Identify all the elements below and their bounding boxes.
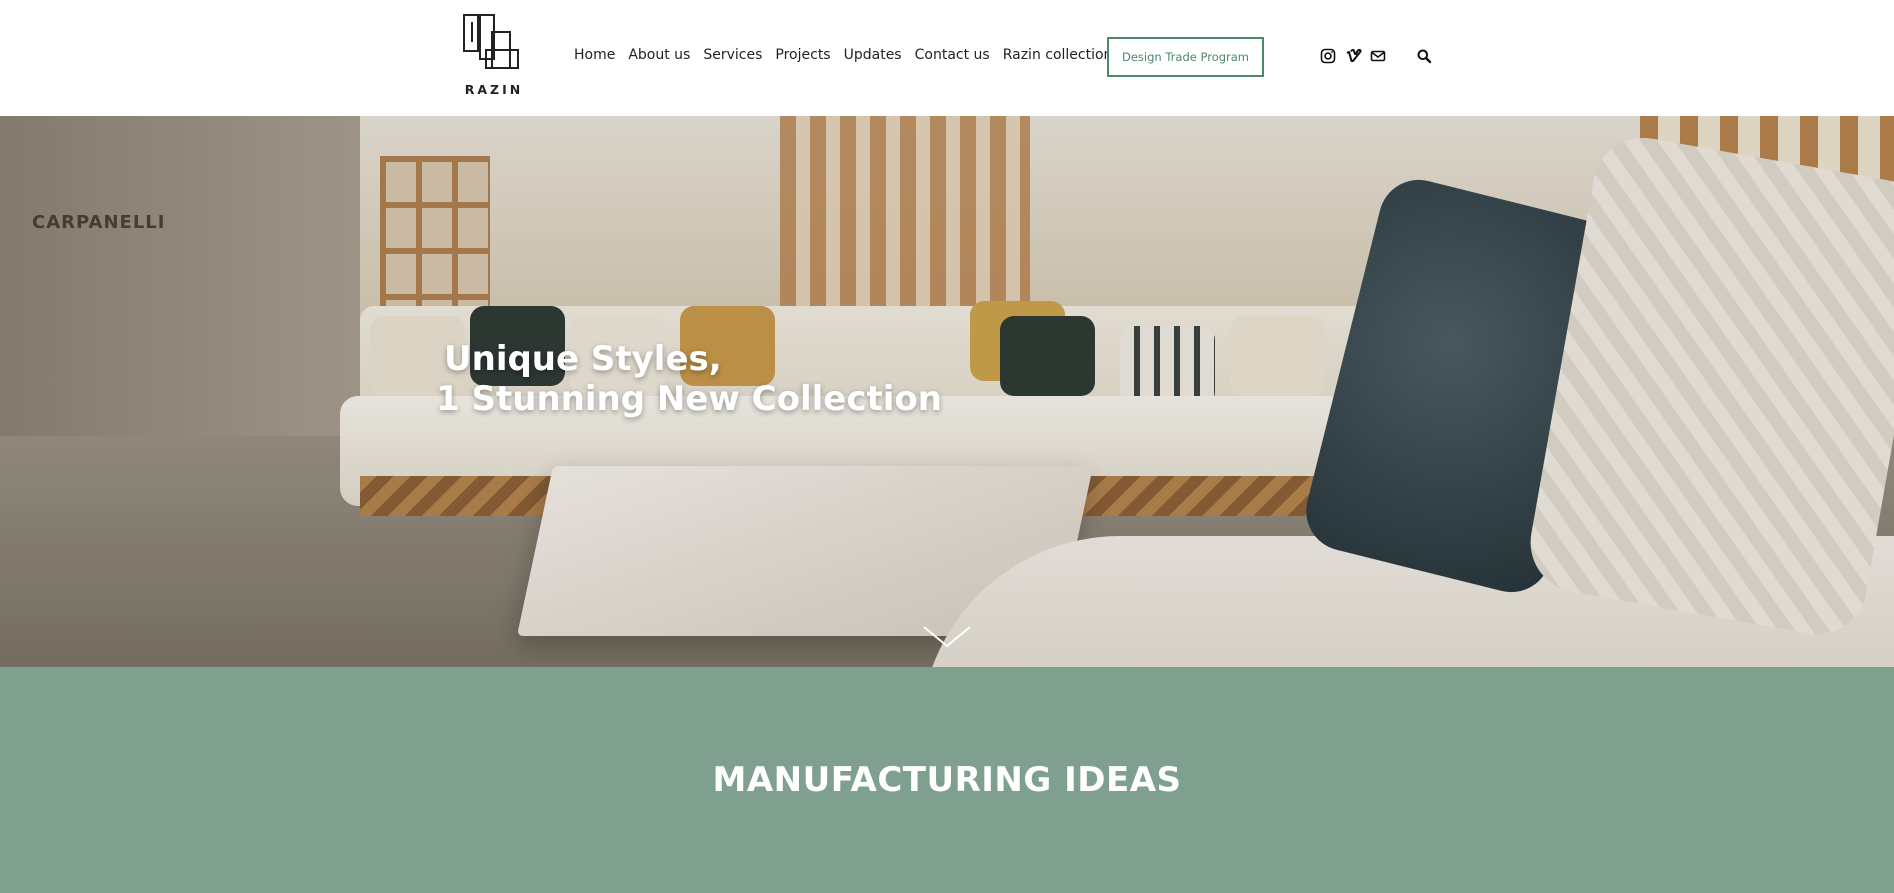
main-nav: Home About us Services Projects Updates …	[574, 47, 1125, 63]
nav-projects[interactable]: Projects	[775, 47, 830, 63]
nav-home[interactable]: Home	[574, 47, 615, 63]
vimeo-icon[interactable]	[1346, 48, 1362, 64]
nav-contact-us[interactable]: Contact us	[915, 47, 990, 63]
hero-banner: CARPANELLI Unique Styles, 1 Stunning New…	[0, 116, 1894, 667]
search-icon[interactable]	[1416, 48, 1432, 64]
nav-razin-collection[interactable]: Razin collection	[1003, 47, 1113, 63]
hero-overlay	[0, 116, 1894, 667]
razin-logo[interactable]: RAZIN	[462, 12, 526, 102]
site-header: RAZIN Home About us Services Projects Up…	[0, 0, 1894, 116]
design-trade-program-button[interactable]: Design Trade Program	[1107, 37, 1264, 77]
scroll-down-chevron-icon[interactable]	[922, 624, 972, 650]
manufacturing-section: MANUFACTURING IDEAS	[0, 667, 1894, 893]
nav-updates[interactable]: Updates	[844, 47, 902, 63]
hero-title-line2: 1 Stunning New Collection	[436, 379, 942, 419]
logo-mark-icon	[463, 14, 519, 69]
hero-title-line1: Unique Styles,	[444, 339, 722, 379]
hero-title: Unique Styles, 1 Stunning New Collection	[436, 339, 942, 419]
instagram-icon[interactable]	[1320, 48, 1336, 64]
nav-services[interactable]: Services	[703, 47, 762, 63]
logo-text: RAZIN	[464, 82, 524, 97]
section-title: MANUFACTURING IDEAS	[712, 760, 1182, 800]
nav-about-us[interactable]: About us	[628, 47, 690, 63]
mail-icon[interactable]	[1370, 48, 1386, 64]
